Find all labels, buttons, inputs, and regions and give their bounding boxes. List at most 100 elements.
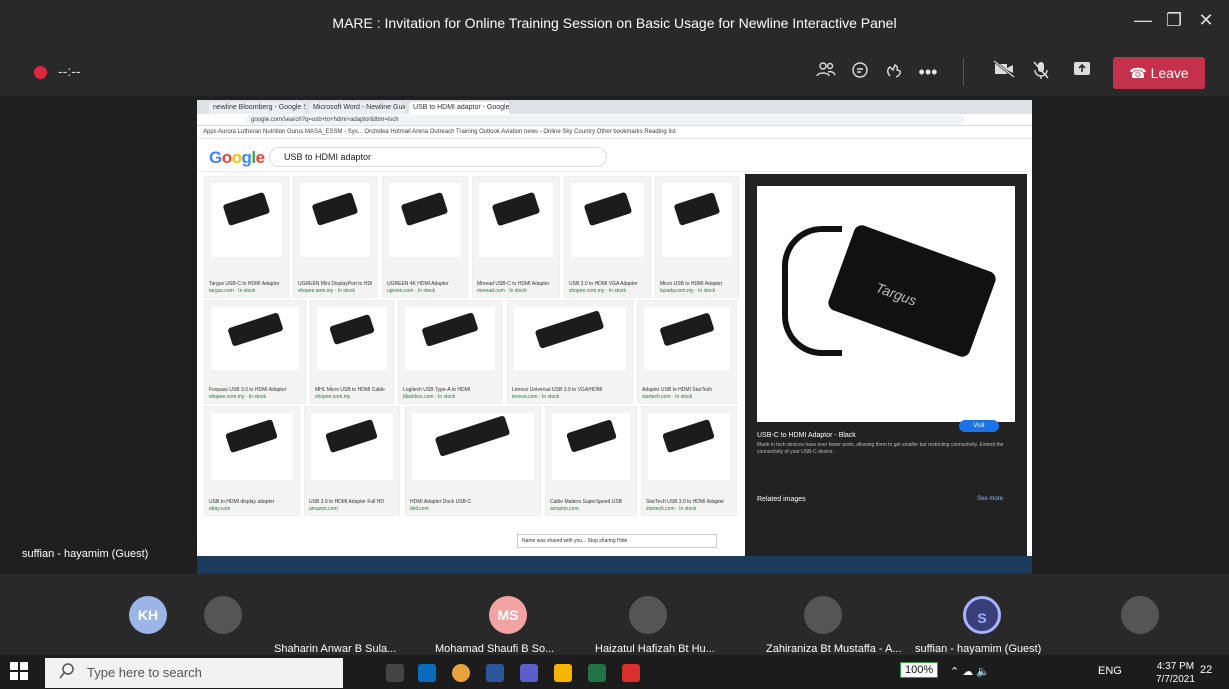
tray-icons[interactable]: ⌃ ☁ 🔈 bbox=[950, 665, 990, 678]
minimize-button[interactable]: — bbox=[1129, 10, 1157, 31]
google-search-input[interactable]: USB to HDMI adaptor bbox=[269, 147, 607, 167]
preview-image[interactable]: Targus bbox=[757, 186, 1015, 422]
adaptor-shape bbox=[491, 191, 541, 227]
participant-name: Mohamad Shaufi B So... bbox=[435, 643, 555, 655]
participant-name: suffian - hayamim (Guest) bbox=[915, 643, 1042, 655]
thumbnail-caption: HDMI Adapter Dock USB-C bbox=[410, 499, 472, 505]
thumbnail-source: ugreen.com · In stock bbox=[387, 288, 436, 294]
thumbnail-source: shopee.com.my · In stock bbox=[569, 288, 626, 294]
thumbnail-image bbox=[211, 307, 299, 371]
image-result-thumbnail[interactable]: UGREEN 4K HDMI Adapter ugreen.com · In st… bbox=[382, 176, 468, 298]
mic-off-icon[interactable] bbox=[1027, 60, 1055, 84]
participant-avatar[interactable]: S bbox=[963, 596, 1001, 634]
thumbnail-source: ebay.com bbox=[209, 506, 231, 512]
excel-icon[interactable] bbox=[588, 664, 606, 682]
image-result-thumbnail[interactable]: Adapter USB to HDMI StarTech startech.com… bbox=[637, 300, 737, 404]
image-result-thumbnail[interactable]: Foxpass USB 3.0 to HDMI Adaptor shopee.co… bbox=[204, 300, 306, 404]
adaptor-shape bbox=[222, 191, 271, 227]
thumbnail-caption: UGREEN 4K HDMI Adapter bbox=[387, 281, 449, 287]
url-field[interactable]: google.com/search?q=usb+to+hdmi+adaptor&… bbox=[245, 115, 965, 125]
image-result-thumbnail[interactable]: USB to HDMI display adapter ebay.com bbox=[204, 406, 300, 516]
battery-indicator[interactable]: 100% bbox=[900, 662, 939, 678]
browser-tab-active[interactable]: USB to HDMI adaptor - Google Se bbox=[409, 102, 509, 114]
thumbnail-image bbox=[662, 183, 732, 258]
sharing-notice[interactable]: Name was shared with you... Stop sharing… bbox=[517, 534, 717, 548]
thumbnail-source: amazon.com bbox=[309, 506, 338, 512]
google-logo[interactable]: Google bbox=[209, 148, 265, 168]
thumbnail-image bbox=[405, 307, 495, 371]
search-icon bbox=[59, 663, 75, 682]
image-result-thumbnail[interactable]: Lenovo Universal USB 3.0 to VGA/HDMI leno… bbox=[507, 300, 633, 404]
image-result-thumbnail[interactable]: HDMI Adapter Dock USB-C dell.com bbox=[405, 406, 541, 516]
window-titlebar: MARE : Invitation for Online Training Se… bbox=[0, 0, 1229, 48]
system-clock[interactable]: 4:37 PM 7/7/2021 bbox=[1156, 660, 1195, 686]
participant-avatar[interactable] bbox=[804, 596, 842, 634]
taskbar-search-placeholder: Type here to search bbox=[87, 665, 202, 680]
image-result-thumbnail[interactable]: Cable Matters SuperSpeed USB amazon.com bbox=[545, 406, 637, 516]
image-result-thumbnail[interactable]: UGREEN Mini DisplayPort to HDMI shopee.co… bbox=[293, 176, 377, 298]
thumbnail-image bbox=[644, 307, 730, 371]
outlook-icon[interactable] bbox=[418, 664, 436, 682]
word-icon[interactable] bbox=[486, 664, 504, 682]
camera-off-icon[interactable] bbox=[990, 60, 1018, 84]
adaptor-shape bbox=[311, 191, 359, 227]
meeting-timer: --:-- bbox=[58, 63, 81, 79]
thumbnail-image bbox=[389, 183, 461, 258]
adaptor-shape bbox=[329, 313, 375, 345]
participant-avatar[interactable] bbox=[629, 596, 667, 634]
chat-icon[interactable] bbox=[846, 60, 874, 84]
thumbnail-caption: USB 3.0 to HDMI VGA Adapter bbox=[569, 281, 638, 287]
shared-screen: newline Bloomberg - Google Se Microsoft … bbox=[197, 100, 1032, 574]
image-result-thumbnail[interactable]: Logitech USB Type-A to HDMI blackbox.com … bbox=[398, 300, 502, 404]
thumbnail-image bbox=[211, 413, 293, 480]
thumbnail-image bbox=[514, 307, 626, 371]
participant-avatar[interactable]: MS bbox=[489, 596, 527, 634]
image-result-thumbnail[interactable]: StarTech USB 3.0 to HDMI Adapter startech… bbox=[641, 406, 737, 516]
bookmarks-bar[interactable]: Apps Aurora Lutheran Nutrition Gurus MAS… bbox=[197, 127, 1032, 139]
thumbnail-source: lenovo.com · In stock bbox=[512, 394, 560, 400]
adaptor-shape bbox=[673, 191, 721, 227]
participant-name: Shaharin Anwar B Sula... bbox=[274, 643, 397, 655]
notification-count[interactable]: 22 bbox=[1200, 664, 1212, 676]
react-icon[interactable] bbox=[880, 60, 908, 84]
maximize-button[interactable]: ❐ bbox=[1160, 10, 1188, 31]
participant-avatar[interactable]: KH bbox=[129, 596, 167, 634]
image-result-thumbnail[interactable]: USB 3.0 to HDMI VGA Adapter shopee.com.my… bbox=[564, 176, 651, 298]
image-result-thumbnail[interactable]: Moread USB-C to HDMI Adapter moread.com ·… bbox=[472, 176, 560, 298]
guest-name-label: suffian - hayamim (Guest) bbox=[22, 548, 149, 560]
file-explorer-icon[interactable] bbox=[554, 664, 572, 682]
acrobat-icon[interactable] bbox=[622, 664, 640, 682]
image-preview-panel: Targus Visit USB-C to HDMI Adaptor - Bla… bbox=[745, 174, 1027, 574]
browser-address-bar: google.com/search?q=usb+to+hdmi+adaptor&… bbox=[197, 114, 1032, 126]
close-button[interactable]: ✕ bbox=[1192, 10, 1220, 31]
thumbnail-image bbox=[211, 183, 282, 258]
participant-avatar[interactable] bbox=[1121, 596, 1159, 634]
browser-tabstrip: newline Bloomberg - Google Se Microsoft … bbox=[197, 100, 1032, 114]
browser-tab[interactable]: newline Bloomberg - Google Se bbox=[209, 102, 305, 114]
image-result-thumbnail[interactable]: Micro USB to HDMI Adapter lazada.com.my ·… bbox=[655, 176, 739, 298]
browser-tab[interactable]: Microsoft Word - Newline Guide bbox=[309, 102, 405, 114]
thumbnail-source: dell.com bbox=[410, 506, 429, 512]
visit-button[interactable]: Visit bbox=[959, 420, 999, 432]
people-icon[interactable] bbox=[812, 60, 840, 84]
share-screen-icon[interactable] bbox=[1068, 60, 1096, 84]
language-indicator[interactable]: ENG bbox=[1098, 665, 1122, 677]
task-view-icon[interactable] bbox=[386, 664, 404, 682]
taskbar-search[interactable]: Type here to search bbox=[45, 658, 343, 688]
windows-start-icon[interactable] bbox=[10, 662, 30, 682]
leave-button[interactable]: ☎ Leave bbox=[1113, 57, 1205, 89]
teams-icon[interactable] bbox=[520, 664, 538, 682]
thumbnail-source: shopee.com.my · In stock bbox=[209, 394, 266, 400]
chrome-icon[interactable] bbox=[452, 664, 470, 682]
thumbnail-source: startech.com · In stock bbox=[646, 506, 697, 512]
image-result-thumbnail[interactable]: Targus USB-C to HDMI Adaptor targus.com ·… bbox=[204, 176, 289, 298]
participant-avatar[interactable] bbox=[204, 596, 242, 634]
more-icon[interactable]: ••• bbox=[914, 60, 942, 84]
image-result-thumbnail[interactable]: MHL Micro USB to HDMI Cable shopee.com.my bbox=[310, 300, 394, 404]
image-result-thumbnail[interactable]: USB 3.0 to HDMI Adapter Full HD amazon.co… bbox=[304, 406, 400, 516]
toolbar-divider bbox=[963, 58, 964, 86]
see-more-link[interactable]: See more bbox=[977, 496, 1003, 502]
shared-taskbar bbox=[197, 556, 1032, 574]
adaptor-shape bbox=[401, 191, 449, 227]
preview-title[interactable]: USB-C to HDMI Adaptor - Black bbox=[757, 432, 856, 439]
